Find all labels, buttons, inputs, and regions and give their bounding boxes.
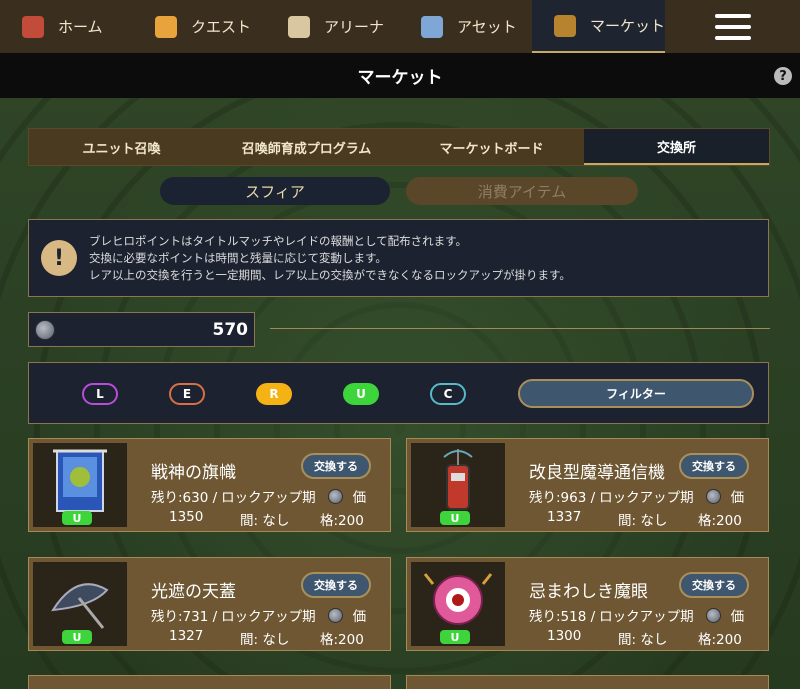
nav-label: アセット [457, 18, 517, 36]
rarity-badge: U [440, 511, 470, 525]
item-price-value: 格:200 [698, 513, 742, 529]
tab-summoner-program[interactable]: 召喚師育成プログラム [214, 129, 399, 165]
item-lockup-label: ロックアップ期 [599, 490, 694, 506]
filter-panel: L E R U C フィルター [28, 362, 769, 424]
nav-quest[interactable]: クエスト [133, 0, 266, 53]
info-text: ブレヒロポイントはタイトルマッチやレイドの報酬として配布されます。 交換に必要な… [89, 233, 571, 284]
nav-arena[interactable]: アリーナ [266, 0, 399, 53]
rarity-filter-u[interactable]: U [343, 383, 379, 405]
item-name: 改良型魔導通信機 [529, 463, 665, 483]
top-nav: ホーム クエスト アリーナ アセット マーケット [0, 0, 800, 53]
points-value: 570 [212, 319, 249, 340]
divider [270, 328, 770, 329]
tab-market-board[interactable]: マーケットボード [399, 129, 584, 165]
house-icon [22, 15, 44, 38]
item-remaining: 残り:630 / [151, 490, 218, 506]
item-price-label: 価 [730, 609, 745, 625]
exclamation-icon: ! [41, 240, 77, 276]
rarity-badge: U [62, 630, 92, 644]
nav-label: マーケット [590, 17, 666, 35]
item-card: U 光遮の天蓋 交換する 残り:731 / ロックアップ期 価 1327 間: … [28, 557, 391, 651]
item-lockup-label: ロックアップ期 [599, 609, 694, 625]
item-price-value: 格:200 [320, 513, 364, 529]
page-title-bar: マーケット ? [0, 53, 800, 98]
item-stock-row: 残り:630 / ロックアップ期 価 [151, 486, 366, 506]
item-stock-row: 残り:731 / ロックアップ期 価 [151, 605, 366, 625]
item-name: 光遮の天蓋 [151, 582, 236, 602]
item-remaining: 残り:963 / [529, 490, 596, 506]
coin-icon [705, 607, 721, 623]
hamburger-menu-icon[interactable] [666, 0, 800, 53]
coin-icon [327, 607, 343, 623]
rarity-filter-l[interactable]: L [82, 383, 118, 405]
item-name: 忌まわしき魔眼 [529, 582, 648, 602]
item-card: U 忌まわしき魔眼 交換する 残り:518 / ロックアップ期 価 1300 間… [406, 557, 769, 651]
exchange-button[interactable]: 交換する [679, 453, 749, 479]
item-lockup-value: 間: なし [618, 632, 668, 648]
item-point-value: 1337 [547, 509, 582, 525]
nav-label: アリーナ [324, 18, 385, 36]
butterfly-icon [155, 15, 177, 38]
nav-label: ホーム [58, 18, 103, 36]
page-title: マーケット [357, 68, 443, 88]
nav-home[interactable]: ホーム [0, 0, 133, 53]
item-stock-row: 残り:518 / ロックアップ期 価 [529, 605, 744, 625]
market-chest-icon [554, 14, 576, 37]
item-lockup-value: 間: なし [240, 632, 290, 648]
item-price-label: 価 [352, 490, 367, 506]
rarity-filter-e[interactable]: E [169, 383, 205, 405]
item-lockup-value: 間: なし [618, 513, 668, 529]
tab-exchange[interactable]: 交換所 [584, 129, 769, 165]
rarity-badge: U [62, 511, 92, 525]
item-point-value: 1327 [169, 628, 204, 644]
item-price-label: 価 [730, 490, 745, 506]
item-card: U 戦神の旗幟 交換する 残り:630 / ロックアップ期 価 1350 間: … [28, 438, 391, 532]
help-icon[interactable]: ? [774, 67, 792, 85]
rarity-filter-c[interactable]: C [430, 383, 466, 405]
coin-icon [35, 319, 55, 340]
item-point-value: 1300 [547, 628, 582, 644]
item-card-partial [28, 675, 391, 689]
info-line: ブレヒロポイントはタイトルマッチやレイドの報酬として配布されます。 [89, 233, 468, 248]
item-point-value: 1350 [169, 509, 204, 525]
item-lockup-label: ロックアップ期 [221, 490, 316, 506]
coin-icon [705, 488, 721, 504]
info-line: レア以上の交換を行うと一定期間、レア以上の交換ができなくなるロックアップが掛りま… [89, 267, 571, 282]
exchange-button[interactable]: 交換する [679, 572, 749, 598]
nav-asset[interactable]: アセット [399, 0, 532, 53]
item-card-partial [406, 675, 769, 689]
points-display: 570 [28, 312, 255, 347]
item-remaining: 残り:731 / [151, 609, 218, 625]
filter-button[interactable]: フィルター [518, 379, 754, 408]
tab-unit-summon[interactable]: ユニット召喚 [29, 129, 214, 165]
exchange-button[interactable]: 交換する [301, 453, 371, 479]
nav-market[interactable]: マーケット [532, 0, 665, 53]
item-card: U 改良型魔導通信機 交換する 残り:963 / ロックアップ期 価 1337 … [406, 438, 769, 532]
rarity-badge: U [440, 630, 470, 644]
main-tabs: ユニット召喚 召喚師育成プログラム マーケットボード 交換所 [28, 128, 770, 166]
subtab-sphere[interactable]: スフィア [160, 177, 390, 205]
item-lockup-label: ロックアップ期 [221, 609, 316, 625]
exchange-button[interactable]: 交換する [301, 572, 371, 598]
item-price-label: 価 [352, 609, 367, 625]
info-panel: ! ブレヒロポイントはタイトルマッチやレイドの報酬として配布されます。 交換に必… [28, 219, 769, 297]
subtab-consumables[interactable]: 消費アイテム [406, 177, 638, 205]
item-price-value: 格:200 [320, 632, 364, 648]
coin-icon [327, 488, 343, 504]
character-icon [421, 15, 443, 38]
crossed-swords-icon [288, 15, 310, 38]
info-line: 交換に必要なポイントは時間と残量に応じて変動します。 [89, 250, 387, 265]
item-price-value: 格:200 [698, 632, 742, 648]
item-remaining: 残り:518 / [529, 609, 596, 625]
item-name: 戦神の旗幟 [151, 463, 236, 483]
item-lockup-value: 間: なし [240, 513, 290, 529]
rarity-filter-r[interactable]: R [256, 383, 292, 405]
nav-label: クエスト [191, 18, 252, 36]
item-stock-row: 残り:963 / ロックアップ期 価 [529, 486, 744, 506]
